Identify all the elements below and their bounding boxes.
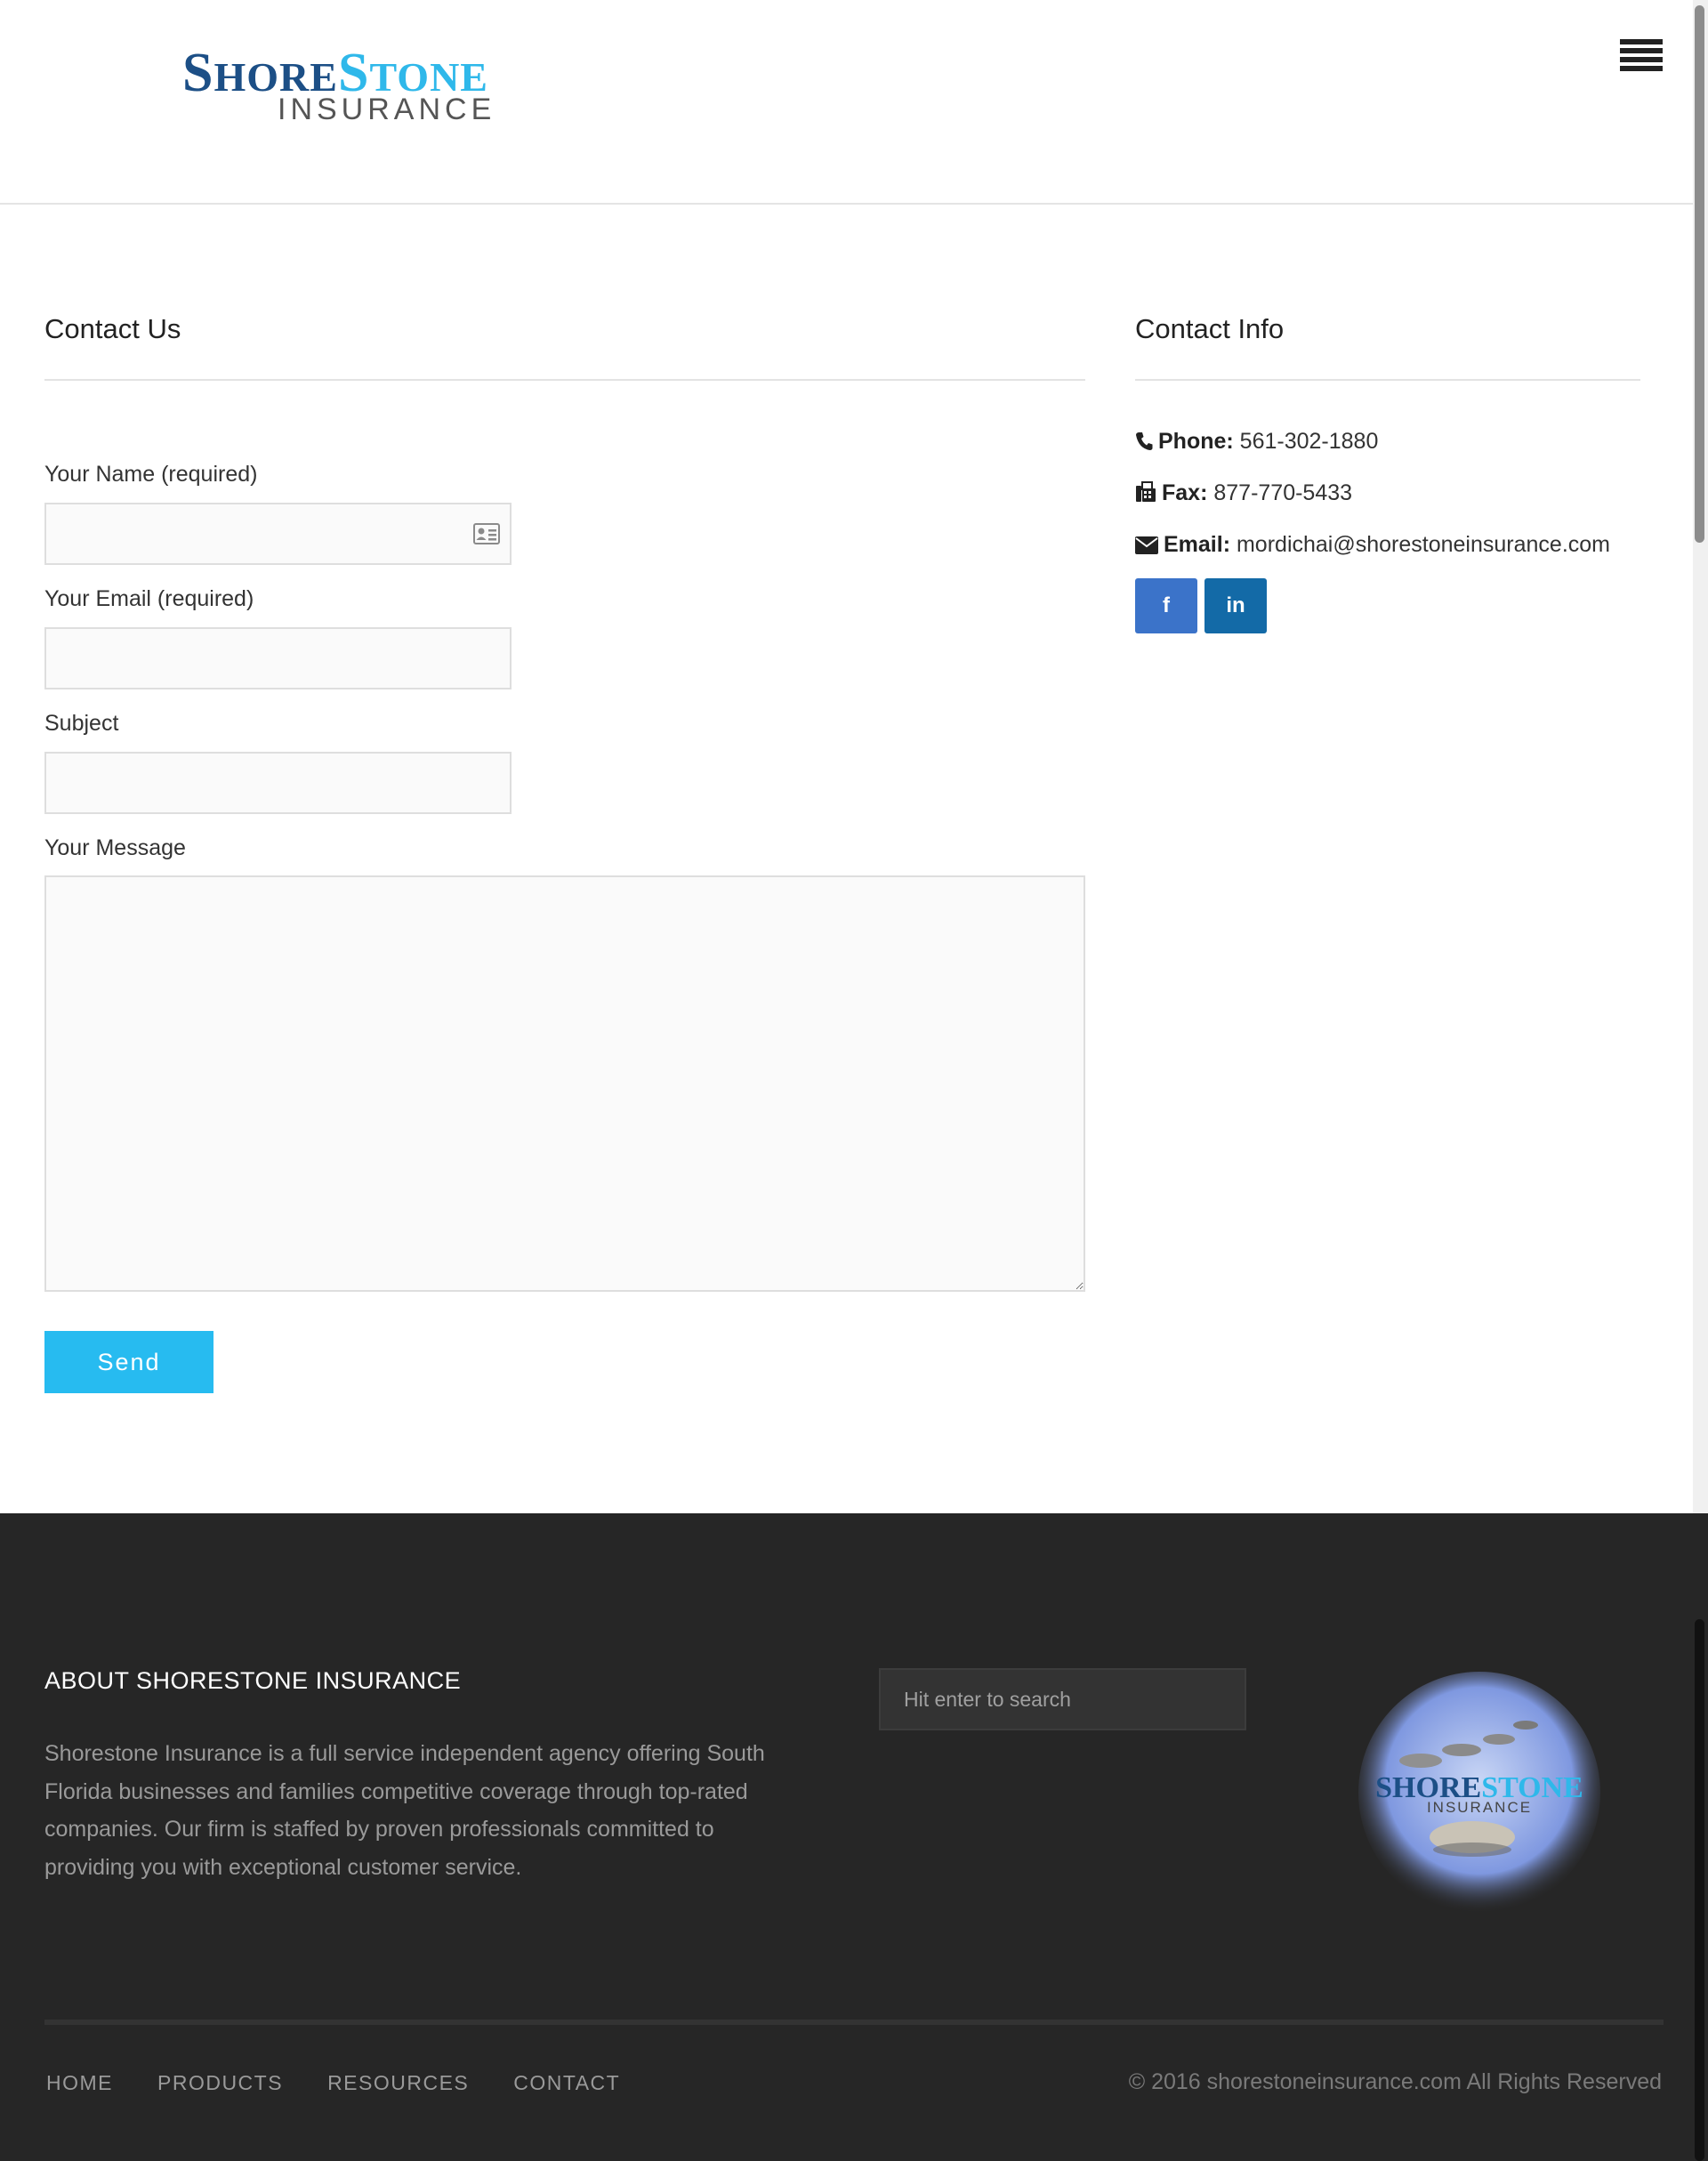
- footer-nav-products[interactable]: PRODUCTS: [157, 2071, 283, 2095]
- footer-logo-subtitle: INSURANCE: [1427, 1799, 1532, 1816]
- menu-icon[interactable]: [1620, 39, 1663, 71]
- linkedin-icon: in: [1226, 593, 1245, 617]
- send-button[interactable]: Send: [44, 1331, 214, 1393]
- scrollbar-thumb[interactable]: [1695, 1619, 1704, 2161]
- footer-about-text: Shorestone Insurance is a full service i…: [44, 1741, 765, 1880]
- phone-line: Phone: 561-302-1880: [1135, 428, 1378, 455]
- email-label: Your Email (required): [44, 586, 254, 611]
- phone-value[interactable]: 561-302-1880: [1240, 429, 1379, 454]
- footer-about-title: ABOUT SHORESTONE INSURANCE: [44, 1667, 462, 1694]
- email-value-link[interactable]: mordichai@shorestoneinsurance.com: [1237, 532, 1610, 557]
- phone-icon: [1136, 432, 1153, 450]
- logo-subtitle: INSURANCE: [278, 93, 496, 126]
- linkedin-button[interactable]: in: [1204, 578, 1267, 633]
- name-label: Your Name (required): [44, 462, 258, 487]
- copyright: © 2016 shorestoneinsurance.com All Right…: [1128, 2069, 1662, 2094]
- site-logo[interactable]: SHORESTONE INSURANCE: [182, 45, 556, 126]
- footer-logo: SHORESTONE INSURANCE: [1358, 1672, 1600, 1914]
- envelope-icon: [1135, 536, 1158, 554]
- fax-line: Fax: 877-770-5433: [1135, 480, 1352, 506]
- message-label: Your Message: [44, 835, 186, 860]
- facebook-icon: f: [1163, 593, 1170, 617]
- site-header: SHORESTONE INSURANCE: [0, 0, 1708, 205]
- scrollbar-thumb[interactable]: [1695, 5, 1704, 543]
- email-field[interactable]: [44, 627, 512, 689]
- subject-label: Subject: [44, 711, 119, 736]
- footer-nav-contact[interactable]: CONTACT: [513, 2071, 620, 2095]
- footer-nav: HOME PRODUCTS RESOURCES CONTACT: [46, 2071, 665, 2095]
- subject-field[interactable]: [44, 752, 512, 814]
- message-field[interactable]: [44, 875, 1085, 1292]
- contact-info-title: Contact Info: [1135, 313, 1285, 344]
- search-input[interactable]: [879, 1668, 1246, 1730]
- divider: [44, 379, 1085, 381]
- contact-us-title: Contact Us: [44, 313, 181, 344]
- footer-nav-resources[interactable]: RESOURCES: [327, 2071, 469, 2095]
- divider: [1135, 379, 1640, 381]
- facebook-button[interactable]: f: [1135, 578, 1197, 633]
- fax-value: 877-770-5433: [1213, 480, 1353, 505]
- fax-icon: [1136, 481, 1156, 502]
- contact-card-icon: [473, 523, 500, 544]
- email-line: Email: mordichai@shorestoneinsurance.com: [1135, 531, 1610, 558]
- name-field[interactable]: [44, 503, 512, 565]
- footer-divider: [44, 2020, 1664, 2025]
- footer-nav-home[interactable]: HOME: [46, 2071, 113, 2095]
